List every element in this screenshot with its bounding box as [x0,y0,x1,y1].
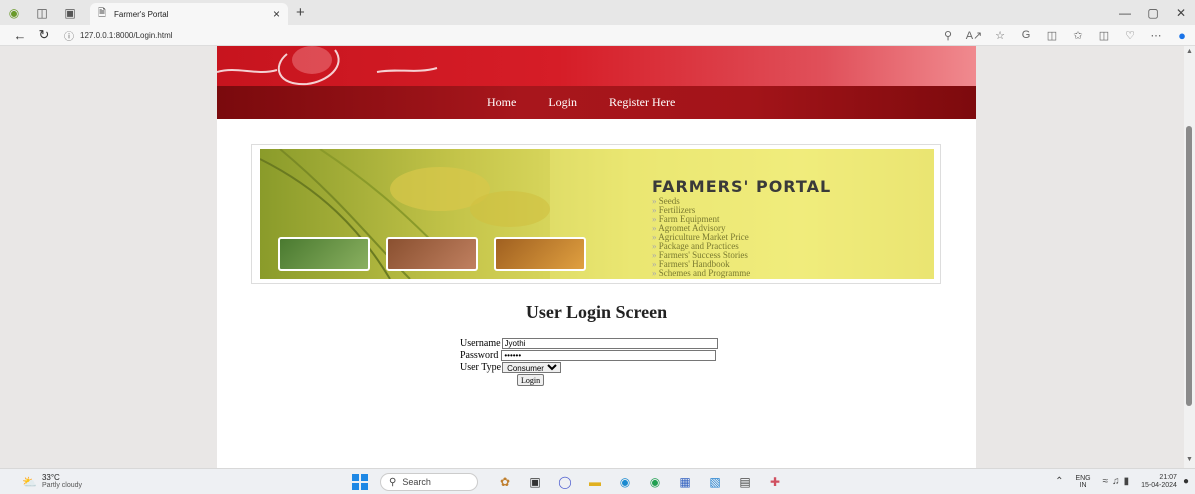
password-label: Password [460,350,499,361]
main-nav: Home Login Register Here [217,86,976,119]
browser-tab[interactable]: 🗎 Farmer's Portal × [90,3,288,25]
widgets-app-icon[interactable]: ✿ [492,472,518,492]
minimize-button[interactable]: — [1111,6,1139,20]
back-icon[interactable]: ← [8,28,32,43]
python-app-icon[interactable]: ✚ [762,472,788,492]
password-input[interactable] [501,350,717,361]
edge-browser-icon[interactable]: ◉ [612,472,638,492]
taskbar: ⛅ 33°C Partly cloudy ⚲ Search ✿ ▣ ◯ ▬ ◉ … [0,468,1195,494]
browser-toolbar: ⚲ A↗ ☆ G ◫ ✩ ◫ ♡ ⋯ ● [935,28,1195,43]
weather-cloud-icon: ⛅ [22,474,37,489]
system-tray: ⌃ ENG IN ≈ ♫ ▮ 21:07 15-04-2024 ● [1055,474,1195,490]
taskbar-apps: ⚲ Search ✿ ▣ ◯ ▬ ◉ ◉ ▦ ▧ ▤ ✚ [352,471,792,493]
maximize-button[interactable]: ▢ [1139,6,1167,20]
hero-image: FARMERS' PORTAL Seeds Fertilizers Farm E… [260,149,934,279]
info-icon[interactable]: ⓘ [64,28,74,43]
farmer-photo-2 [494,237,586,271]
volume-icon[interactable]: ♫ [1112,476,1120,487]
copilot-icon[interactable]: ● [1169,28,1195,43]
language-indicator[interactable]: ENG IN [1075,475,1090,489]
close-tab-icon[interactable]: × [273,7,280,21]
weather-widget[interactable]: ⛅ 33°C Partly cloudy [22,473,83,490]
scroll-up-icon[interactable]: ▲ [1186,48,1193,55]
address-bar: ← ↻ ⓘ 127.0.0.1:8000/Login.html ⚲ A↗ ☆ G… [0,25,1195,46]
favorite-star-icon[interactable]: ☆ [987,29,1013,42]
hero-title: FARMERS' PORTAL [652,177,832,196]
tab-actions-icon[interactable]: ▣ [56,0,84,25]
store-app-icon[interactable]: ▦ [672,472,698,492]
browser-essentials-icon[interactable]: ♡ [1117,29,1143,42]
clock[interactable]: 21:07 15-04-2024 [1141,474,1177,490]
chat-app-icon[interactable]: ◯ [552,472,578,492]
page-icon: 🗎 [98,7,107,19]
login-button[interactable]: Login [517,374,545,386]
nav-link-home[interactable]: Home [487,95,516,110]
banner-swirl-graphic [217,46,438,86]
window-controls: — ▢ ✕ [1111,6,1195,20]
weather-temp: 33°C [41,473,60,482]
taskbar-search-label: Search [402,477,431,487]
language-code: ENG [1075,474,1091,482]
hero-list: Seeds Fertilizers Farm Equipment Agromet… [652,197,750,278]
hero-list-item: Schemes and Programme [652,269,750,278]
close-window-button[interactable]: ✕ [1167,6,1195,20]
vscode-app-icon[interactable]: ▧ [702,472,728,492]
user-type-select[interactable]: Consumer [502,362,562,373]
hero-banner: FARMERS' PORTAL Seeds Fertilizers Farm E… [251,144,941,284]
favorites-icon[interactable]: ✩ [1065,29,1091,42]
nav-link-login[interactable]: Login [548,95,577,110]
profile-icon[interactable]: ◉ [0,0,28,25]
taskbar-search[interactable]: ⚲ Search [380,473,478,491]
start-button[interactable] [352,474,368,490]
tractor-photo [386,237,478,271]
chrome-browser-icon[interactable]: ◉ [642,472,668,492]
page-container: Home Login Register Here FARMERS' PORTAL [217,46,976,468]
more-options-icon[interactable]: ⋯ [1143,29,1169,42]
scroll-thumb[interactable] [1186,126,1192,406]
tab-title: Farmer's Portal [114,9,169,19]
page-scrollbar[interactable]: ▲ ▼ [1184,46,1195,468]
split-screen-icon[interactable]: ◫ [1039,29,1065,42]
header-banner [217,46,976,86]
login-form: Username Password User Type Consumer Log… [460,338,718,386]
browser-tab-bar: ◉ ◫ ▣ 🗎 Farmer's Portal × + — ▢ ✕ [0,0,1195,25]
new-tab-button[interactable]: + [296,4,305,21]
url-text: 127.0.0.1:8000/Login.html [80,30,173,40]
user-type-label: User Type [460,362,502,373]
battery-icon[interactable]: ▮ [1124,476,1130,487]
read-aloud-icon[interactable]: A↗ [961,29,987,42]
clock-time: 21:07 [1159,473,1177,481]
terminal-app-icon[interactable]: ▤ [732,472,758,492]
collections-icon[interactable]: ◫ [1091,29,1117,42]
url-field[interactable]: ⓘ 127.0.0.1:8000/Login.html [64,28,173,43]
scroll-down-icon[interactable]: ▼ [1186,456,1193,463]
web-content: Home Login Register Here FARMERS' PORTAL [8,46,1184,468]
extension-icon[interactable]: G [1013,29,1039,41]
farmer-photo-1 [278,237,370,271]
task-view-icon[interactable]: ▣ [522,472,548,492]
file-explorer-icon[interactable]: ▬ [582,472,608,492]
username-input[interactable] [501,338,718,349]
login-title: User Login Screen [525,302,668,322]
workspaces-icon[interactable]: ◫ [28,0,56,25]
search-icon: ⚲ [389,476,397,488]
weather-desc: Partly cloudy [41,482,83,489]
nav-link-register[interactable]: Register Here [609,95,675,110]
notification-bell-icon[interactable]: ● [1183,476,1189,487]
password-key-icon[interactable]: ⚲ [935,29,961,42]
region-code: IN [1079,481,1087,489]
nav-links: Home Login Register Here [487,86,707,119]
clock-date: 15-04-2024 [1141,481,1177,489]
refresh-icon[interactable]: ↻ [32,27,56,43]
username-label: Username [460,338,501,349]
wifi-icon[interactable]: ≈ [1103,476,1109,487]
chevron-up-icon[interactable]: ⌃ [1055,476,1063,487]
